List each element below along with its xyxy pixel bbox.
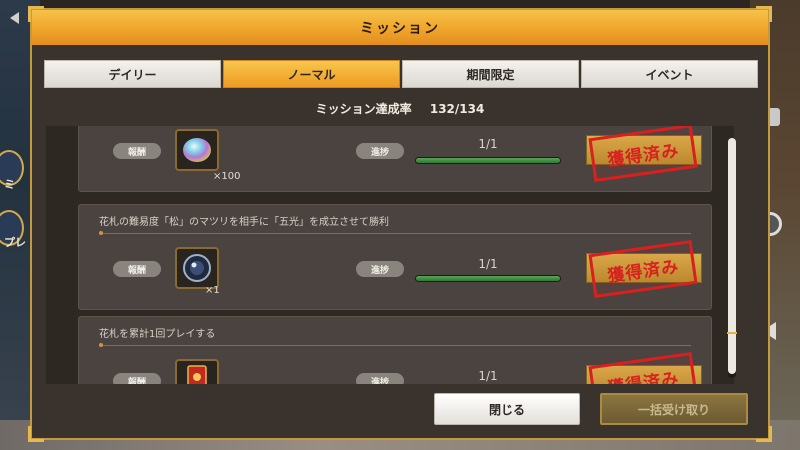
completion-rate: ミッション達成率 132/134 [32, 100, 768, 117]
card-divider [99, 343, 691, 347]
completion-value: 132/134 [429, 102, 485, 116]
progress-bar [415, 157, 561, 164]
progress-label: 進捗 [356, 143, 404, 159]
collect-all-button[interactable]: 一括受け取り [600, 393, 748, 425]
corner-ornament [28, 426, 44, 442]
progress-bar [415, 275, 561, 282]
reward-label: 報酬 [113, 373, 161, 384]
tab-limited[interactable]: 期間限定 [402, 60, 579, 88]
completion-label: ミッション達成率 [315, 102, 412, 116]
reward-label: 報酬 [113, 143, 161, 159]
reward-item[interactable] [175, 129, 219, 171]
stamp-text: 獲得済み [606, 368, 681, 384]
reward-label: 報酬 [113, 261, 161, 277]
reward-quantity: ×1 [205, 285, 220, 296]
stamp-text: 獲得済み [606, 256, 681, 287]
orb-icon [183, 138, 211, 162]
progress-text: 1/1 [478, 257, 498, 271]
tab-daily[interactable]: デイリー [44, 60, 221, 88]
stamp-text: 獲得済み [606, 140, 681, 171]
progress-label: 進捗 [356, 261, 404, 277]
progress-fill [416, 158, 560, 163]
mission-dialog: ミッション デイリー ノーマル 期間限定 イベント ミッション達成率 132/1… [28, 6, 772, 442]
scroll-position-marker [727, 332, 737, 334]
progress-fill [416, 276, 560, 281]
corner-ornament [756, 426, 772, 442]
claimed-stamp: 獲得済み [588, 351, 698, 384]
dialog-title: ミッション [360, 20, 440, 37]
tab-normal[interactable]: ノーマル [223, 60, 400, 88]
scrollbar-track[interactable] [727, 138, 737, 378]
mission-tabs: デイリー ノーマル 期間限定 イベント [44, 60, 758, 88]
mission-card: 報酬 ×100 進捗 1/1 獲得済み [78, 126, 712, 192]
reward-item[interactable] [175, 359, 219, 384]
scrollbar-thumb[interactable] [728, 138, 736, 374]
reward-quantity: ×100 [213, 171, 241, 182]
ticket-icon [187, 365, 207, 384]
progress-label: 進捗 [356, 373, 404, 384]
mission-description: 花札を累計1回プレイする [99, 329, 216, 340]
background-label: プレ [4, 236, 26, 249]
tab-event[interactable]: イベント [581, 60, 758, 88]
claimed-stamp: 獲得済み [588, 239, 698, 299]
dialog-title-bar: ミッション [32, 10, 768, 45]
mission-card: 花札の難易度「松」のマツリを相手に「五光」を成立させて勝利 報酬 ×1 進捗 1… [78, 204, 712, 310]
card-divider [99, 231, 691, 235]
progress-text: 1/1 [478, 369, 498, 383]
mission-list[interactable]: 報酬 ×100 進捗 1/1 獲得済み 花札の難易度「松」のマツリを相手に「五光… [46, 126, 734, 384]
progress-text: 1/1 [478, 137, 498, 151]
mission-card: 花札を累計1回プレイする 報酬 進捗 1/1 獲得済み [78, 316, 712, 384]
mission-description: 花札の難易度「松」のマツリを相手に「五光」を成立させて勝利 [99, 217, 389, 228]
reward-item[interactable] [175, 247, 219, 289]
close-button[interactable]: 閉じる [434, 393, 580, 425]
medal-icon [183, 254, 211, 282]
background-label: ミ [4, 178, 15, 191]
back-arrow-icon[interactable] [10, 12, 19, 24]
